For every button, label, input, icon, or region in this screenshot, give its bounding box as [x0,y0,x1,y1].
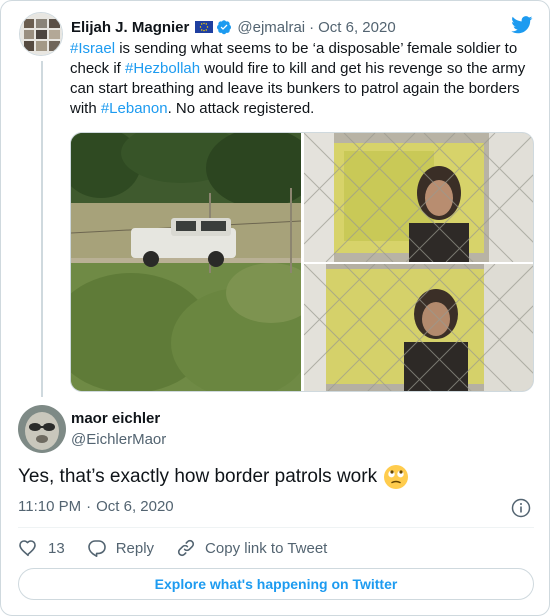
hashtag-hezbollah[interactable]: #Hezbollah [125,60,200,77]
media-photo-soldier-2[interactable] [304,264,534,392]
media-photo-vehicle[interactable] [71,133,301,392]
action-bar: 13 Reply Copy link to Tweet [18,536,349,560]
media-grid [70,132,534,392]
hashtag-lebanon[interactable]: #Lebanon [101,100,168,117]
tweet-card: Elijah J. Magnier @ejmalrai · Oct 6, 202… [0,0,550,616]
explore-twitter-button[interactable]: Explore what's happening on Twitter [18,568,534,600]
copy-link-button[interactable]: Copy link to Tweet [176,538,327,558]
media-photo-soldier-1[interactable] [304,133,534,262]
quoted-tweet-date[interactable]: Oct 6, 2020 [318,19,396,36]
quoted-text-segment: . No attack registered. [167,100,315,117]
reply-author-avatar[interactable] [18,405,66,453]
reply-author-name[interactable]: maor eichler [71,410,160,427]
copy-link-label: Copy link to Tweet [205,539,328,557]
quoted-tweet-header: Elijah J. Magnier @ejmalrai · Oct 6, 202… [71,17,396,37]
quoted-tweet-text: #Israel is sending what seems to be ‘a d… [70,39,530,119]
info-icon[interactable] [511,498,531,518]
like-count: 13 [48,539,65,557]
quoted-author-avatar[interactable] [19,12,63,56]
twitter-bird-icon[interactable] [511,16,533,34]
verified-icon [217,20,232,35]
hashtag-israel[interactable]: #Israel [70,40,115,57]
reply-bubble-icon [87,540,106,557]
reply-tweet-text: Yes, that’s exactly how border patrols w… [18,466,378,487]
like-button[interactable]: 13 [18,538,65,558]
eu-flag-icon [195,21,214,33]
reply-button[interactable]: Reply [87,538,154,558]
reply-label: Reply [115,539,155,557]
tweet-date: Oct 6, 2020 [96,498,174,515]
quoted-author-handle[interactable]: @ejmalrai [237,19,305,36]
timestamp-separator: · [86,498,92,515]
tweet-time: 11:10 PM [18,498,82,515]
thread-connector [41,61,43,397]
face-with-rolling-eyes-icon [384,465,409,489]
reply-tweet-text-row: Yes, that’s exactly how border patrols w… [18,463,409,491]
header-separator: · [309,18,315,36]
heart-icon [19,540,36,557]
link-icon [177,539,195,557]
reply-author-handle[interactable]: @EichlerMaor [71,431,166,448]
divider [18,527,534,528]
tweet-timestamp[interactable]: 11:10 PM · Oct 6, 2020 [18,498,174,515]
quoted-author-name[interactable]: Elijah J. Magnier [71,19,189,36]
